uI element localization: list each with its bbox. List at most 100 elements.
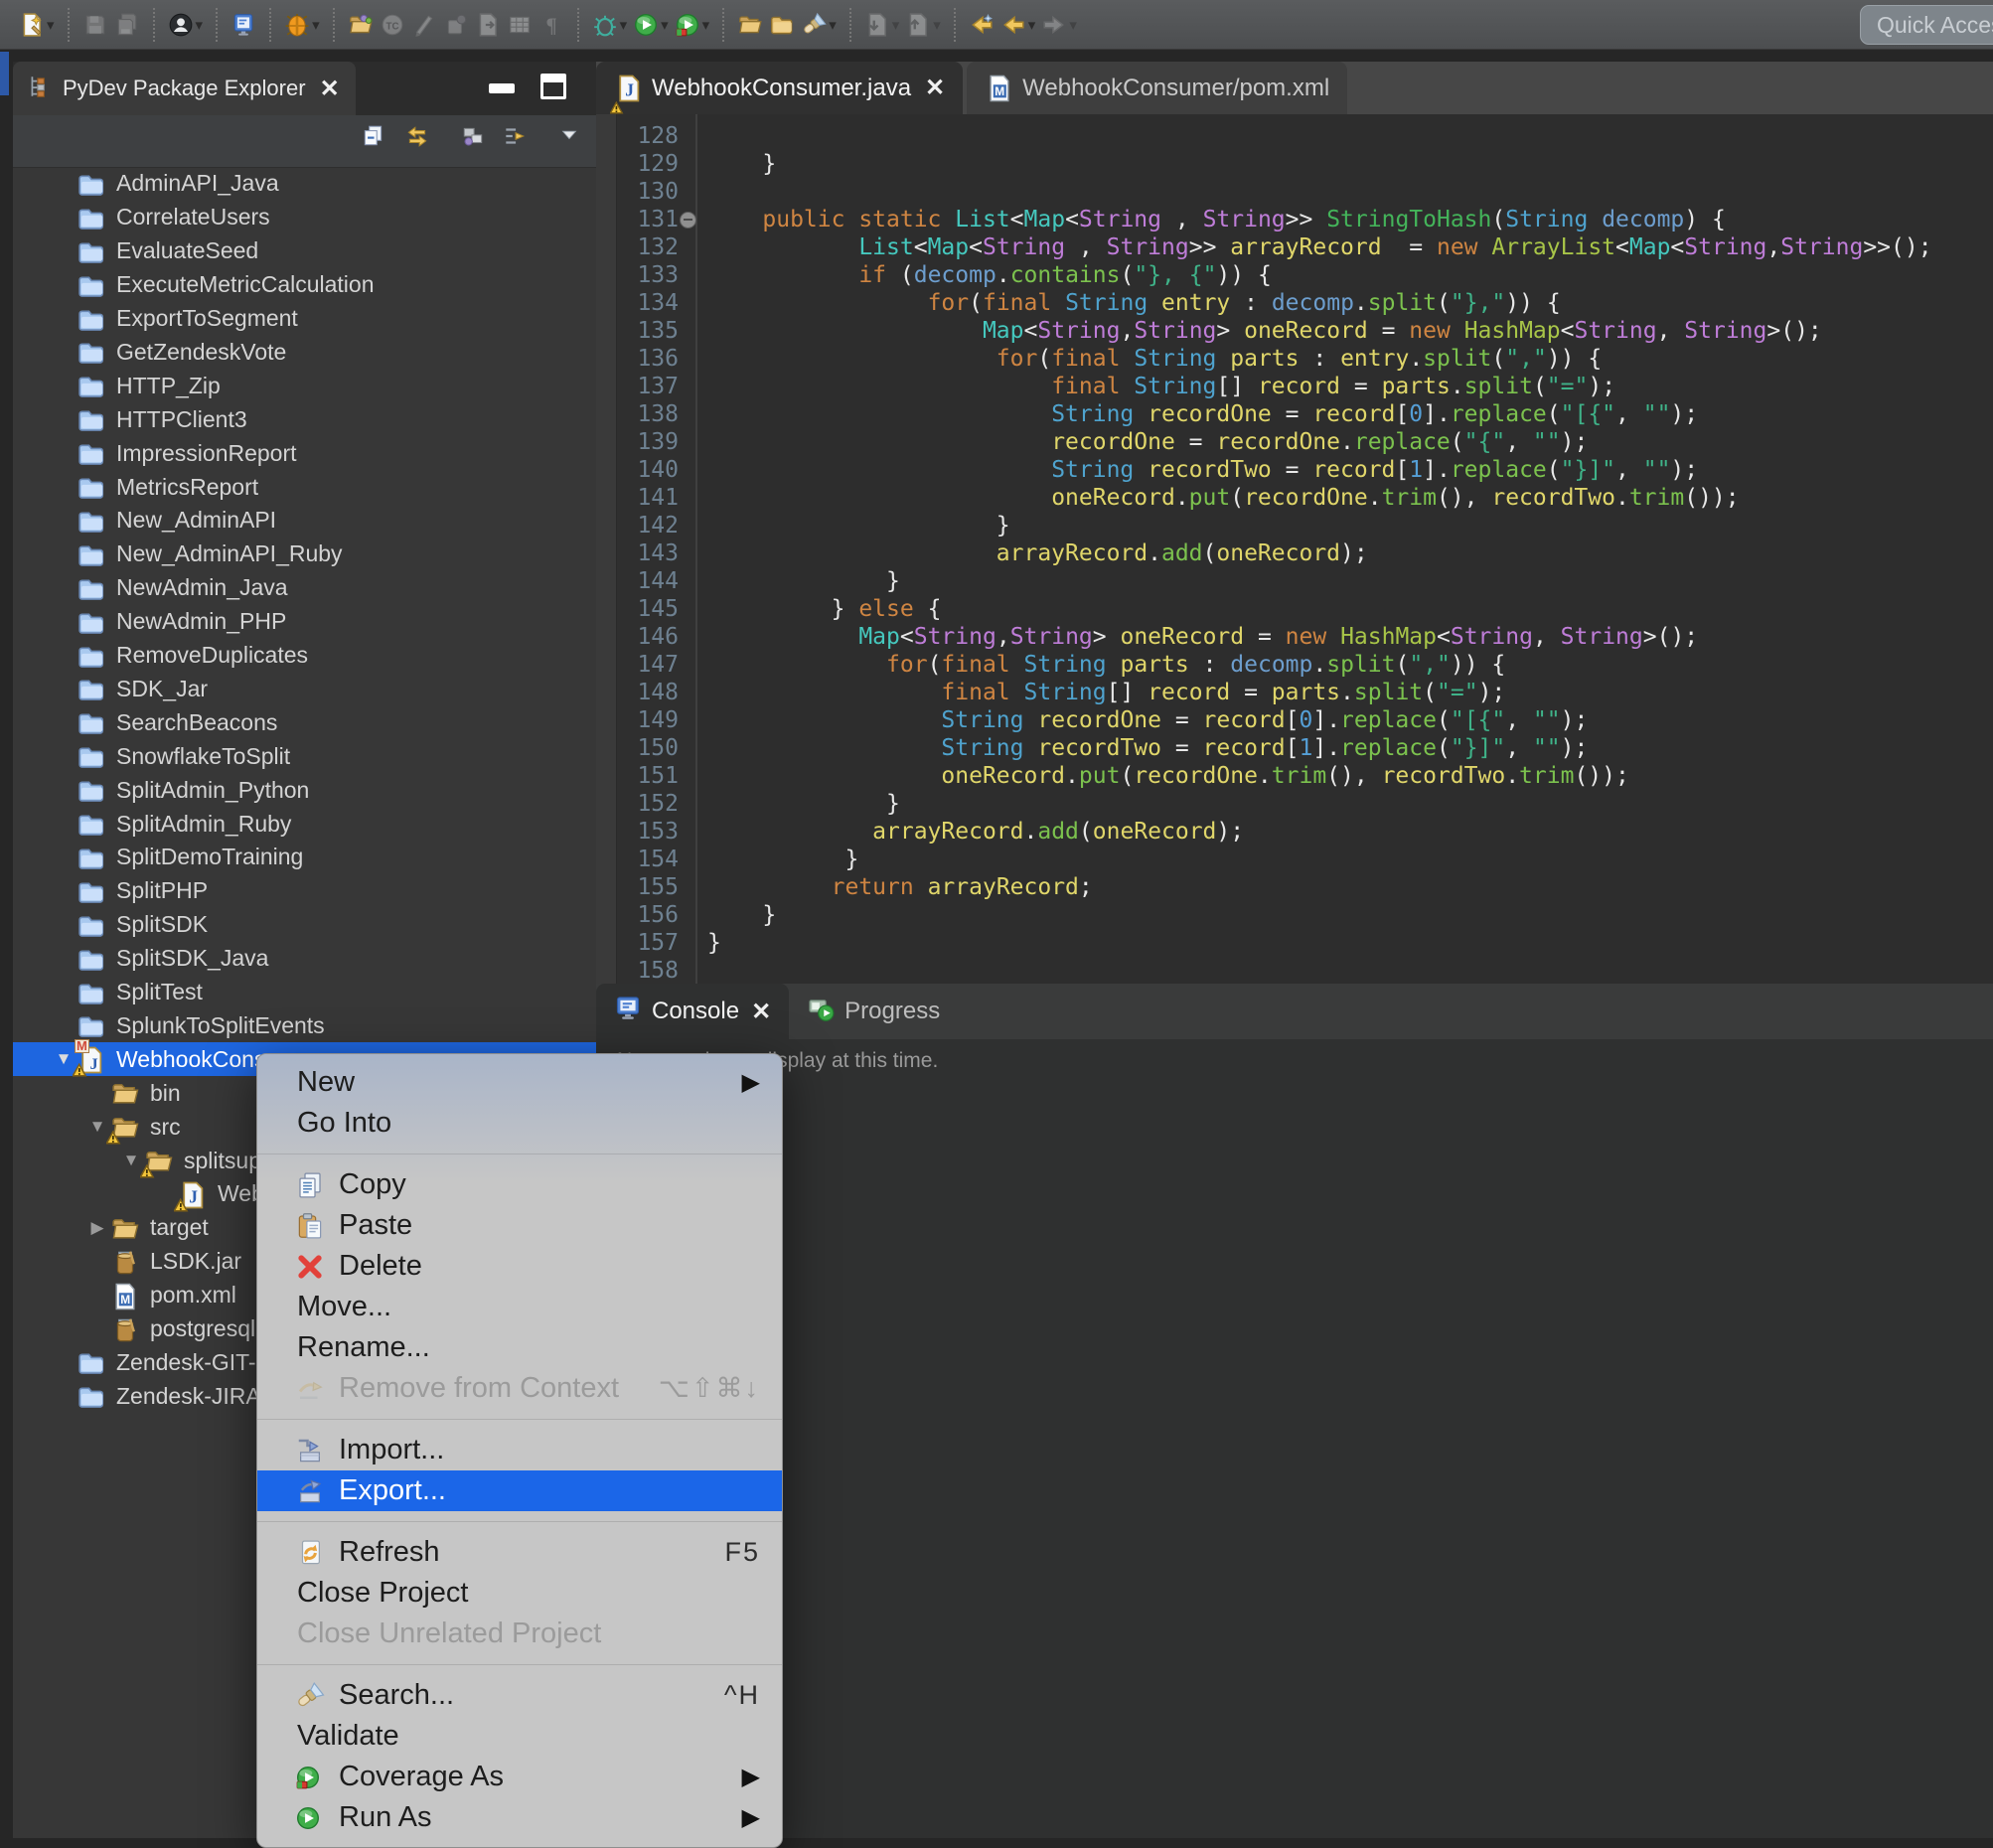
view-menu-button[interactable] [558,123,580,150]
closed-folder-button[interactable] [769,12,795,38]
tree-item-splitsdk-java[interactable]: SplitSDK_Java [13,942,596,976]
tree-item-impressionreport[interactable]: ImpressionReport [13,436,596,470]
menu-item-close-project[interactable]: Close Project [257,1573,782,1614]
user-profile-button[interactable]: ▾ [168,12,204,38]
pull-down-doc-button[interactable]: ▾ [864,12,900,38]
menu-item-copy[interactable]: Copy [257,1164,782,1205]
menu-item-go-into[interactable]: Go Into [257,1103,782,1144]
editor-tab-webhookconsumer-java[interactable]: JWebhookConsumer.java✕ [596,62,963,114]
menu-item-rename[interactable]: Rename... [257,1327,782,1368]
tree-item-exporttosegment[interactable]: ExportToSegment [13,302,596,336]
console-tab-console[interactable]: Console✕ [596,984,789,1039]
menu-item-paste[interactable]: Paste [257,1205,782,1246]
back-button[interactable]: ▾ [1000,12,1036,38]
tree-item-adminapi-java[interactable]: AdminAPI_Java [13,167,596,201]
quick-access-input[interactable]: Quick Access [1860,5,1993,45]
java-file-icon: J [614,74,642,103]
tree-item-snowflaketosplit[interactable]: SnowflakeToSplit [13,739,596,773]
tree-item-newadmin-php[interactable]: NewAdmin_PHP [13,605,596,639]
coverage-button[interactable]: ▾ [675,12,710,38]
menu-item-new[interactable]: New▶ [257,1062,782,1103]
console-tab-progress[interactable]: Progress [789,984,958,1039]
plugin-button[interactable] [443,12,469,38]
push-up-doc-button[interactable]: ▾ [905,12,941,38]
dropdown-caret-icon[interactable]: ▾ [933,16,941,34]
link-editor-button[interactable] [404,123,430,154]
dropdown-caret-icon[interactable]: ▾ [620,16,628,34]
save-all-button[interactable] [114,12,140,38]
close-icon[interactable]: ✕ [751,998,771,1026]
expand-arrow-icon[interactable]: ▶ [84,1218,110,1238]
tree-item-splitadmin-ruby[interactable]: SplitAdmin_Ruby [13,807,596,841]
editor-tab-pom-xml[interactable]: MWebhookConsumer/pom.xml [967,62,1347,114]
menu-item-coverage-as[interactable]: Coverage As▶ [257,1757,782,1797]
tree-item-httpclient3[interactable]: HTTPClient3 [13,402,596,436]
tree-item-splitphp[interactable]: SplitPHP [13,874,596,908]
menu-item-move[interactable]: Move... [257,1287,782,1327]
tree-item-removeduplicates[interactable]: RemoveDuplicates [13,639,596,673]
run-button[interactable]: ▾ [633,12,669,38]
menu-item-export[interactable]: Export... [257,1470,782,1511]
dropdown-caret-icon[interactable]: ▾ [47,16,55,34]
package-filter-button[interactable] [460,123,486,154]
forward-button[interactable]: ▾ [1041,12,1077,38]
tree-item-splitdemotraining[interactable]: SplitDemoTraining [13,841,596,874]
team-button[interactable]: TC [380,12,405,38]
console-window-button[interactable] [230,12,256,38]
tab-pydev-package-explorer[interactable]: PyDev Package Explorer ✕ [13,62,356,115]
table-view-button[interactable] [507,12,533,38]
close-icon[interactable]: ✕ [320,75,340,103]
back-star-button[interactable] [969,12,995,38]
menu-item-delete[interactable]: Delete [257,1246,782,1287]
maximize-icon[interactable] [540,74,566,99]
tree-item-splittest[interactable]: SplitTest [13,976,596,1009]
tree-item-sdk-jar[interactable]: SDK_Jar [13,673,596,706]
dropdown-caret-icon[interactable]: ▾ [702,16,710,34]
menu-item-import[interactable]: Import... [257,1430,782,1470]
dropdown-caret-icon[interactable]: ▾ [1069,16,1077,34]
minimize-icon[interactable] [489,83,515,93]
dropdown-caret-icon[interactable]: ▾ [312,16,320,34]
tree-item-new-adminapi-ruby[interactable]: New_AdminAPI_Ruby [13,538,596,571]
tree-item-correlateusers[interactable]: CorrelateUsers [13,201,596,234]
dropdown-caret-icon[interactable]: ▾ [1028,16,1036,34]
dropdown-caret-icon[interactable]: ▾ [196,16,204,34]
tree-item-splitadmin-python[interactable]: SplitAdmin_Python [13,773,596,807]
debug-button[interactable]: ▾ [592,12,628,38]
dropdown-caret-icon[interactable]: ▾ [661,16,669,34]
collapse-all-button[interactable] [361,123,386,154]
menu-item-validate[interactable]: Validate [257,1716,782,1757]
tree-item-splunktosplitevents[interactable]: SplunkToSplitEvents [13,1009,596,1043]
tree-item-http-zip[interactable]: HTTP_Zip [13,369,596,402]
code-editor[interactable]: 128129 }130131 public static List<Map<St… [596,114,1993,984]
fold-marker-icon[interactable] [680,212,696,229]
dropdown-caret-icon[interactable]: ▾ [892,16,900,34]
menu-item-search[interactable]: Search...^H [257,1675,782,1716]
new-wizard-button[interactable]: ▾ [19,12,55,38]
bug-button[interactable]: ▾ [284,12,320,38]
tree-item-splitsdk[interactable]: SplitSDK [13,908,596,942]
tree-item-new-adminapi[interactable]: New_AdminAPI [13,504,596,538]
menu-item-run-as[interactable]: Run As▶ [257,1797,782,1838]
tree-item-getzendeskvote[interactable]: GetZendeskVote [13,336,596,370]
close-icon[interactable]: ✕ [925,74,945,102]
sketch-pen-button[interactable] [411,12,437,38]
run-config-folder-button[interactable] [348,12,374,38]
tree-item-label: SnowflakeToSplit [116,743,290,770]
tree-item-newadmin-java[interactable]: NewAdmin_Java [13,571,596,605]
project-icon [77,1011,108,1039]
dropdown-caret-icon[interactable]: ▾ [829,16,837,34]
save-button[interactable] [82,12,108,38]
menu-item-refresh[interactable]: RefreshF5 [257,1532,782,1573]
tree-item-evaluateseed[interactable]: EvaluateSeed [13,234,596,268]
tree-item-searchbeacons[interactable]: SearchBeacons [13,705,596,739]
doc-forward-button[interactable] [475,12,501,38]
open-folder-button[interactable] [737,12,763,38]
tree-item-metricsreport[interactable]: MetricsReport [13,470,596,504]
line-number: 138 [617,400,679,428]
menu-item-label: Delete [339,1250,422,1283]
sync-expand-button[interactable] [502,123,528,154]
pilcrow-button[interactable]: ¶ [538,12,564,38]
flashlight-button[interactable]: ▾ [801,12,837,38]
tree-item-executemetriccalculation[interactable]: ExecuteMetricCalculation [13,268,596,302]
